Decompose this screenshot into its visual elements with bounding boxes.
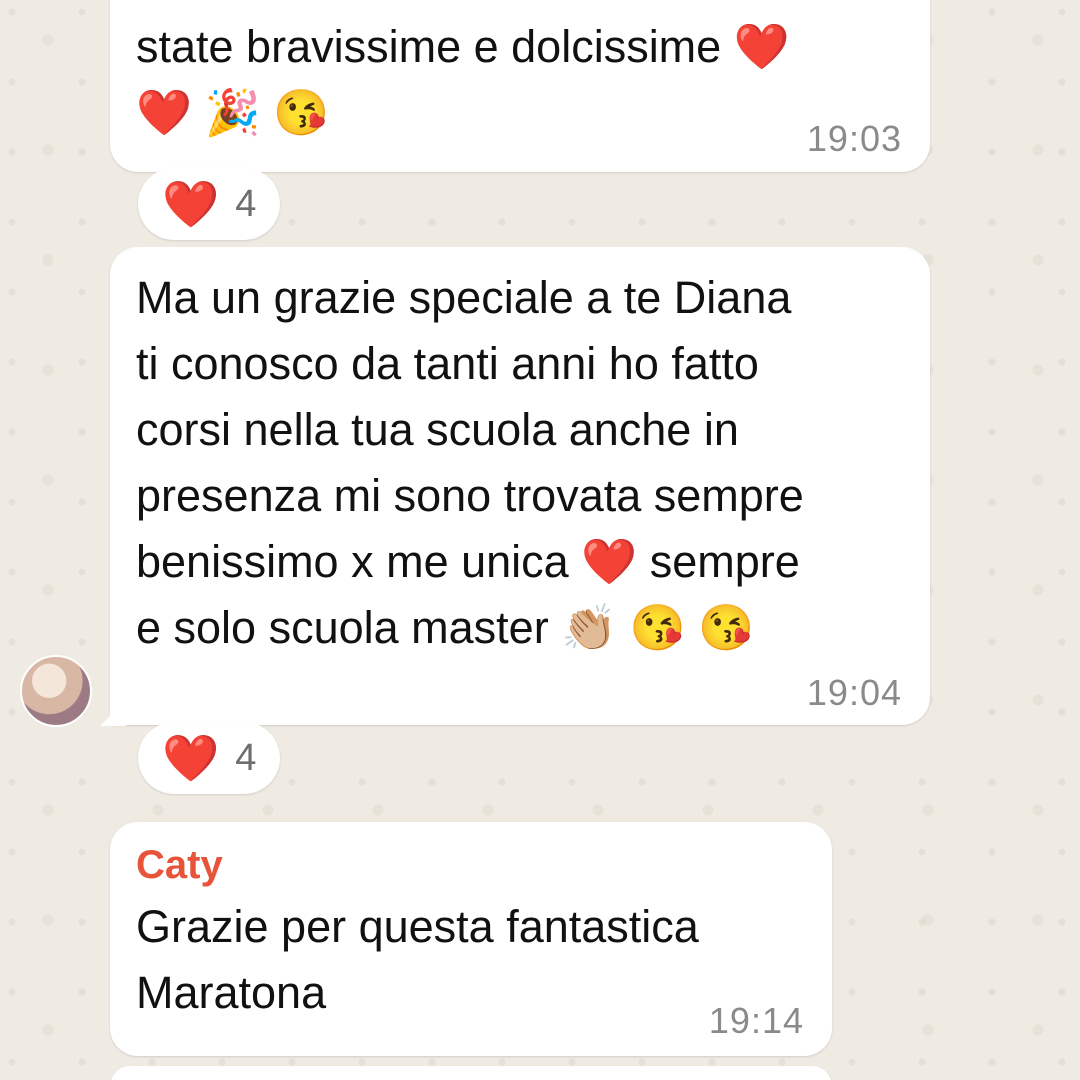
message-line: Maratona — [136, 967, 327, 1018]
reaction-count: 4 — [235, 182, 257, 225]
reaction-badge-2[interactable]: ❤️ 4 — [138, 722, 281, 794]
sender-avatar[interactable] — [20, 655, 92, 727]
message-line: ❤️ 🎉 😘 — [136, 87, 330, 138]
message-line: ti conosco da tanti anni ho fatto — [136, 338, 759, 389]
reaction-badge-1[interactable]: ❤️ 4 — [138, 168, 281, 240]
reaction-count: 4 — [235, 736, 257, 779]
message-line: presenza mi sono trovata sempre — [136, 470, 804, 521]
message-timestamp: 19:03 — [806, 118, 902, 159]
message-bubble-4[interactable] — [110, 1066, 832, 1080]
message-line: Grazie per questa fantastica — [136, 901, 699, 952]
message-line: benissimo x me unica ❤️ sempre — [136, 536, 800, 587]
message-line: e solo scuola master 👏🏼 😘 😘 — [136, 602, 755, 653]
heart-reaction-icon: ❤️ — [162, 178, 220, 230]
message-bubble-3[interactable]: Caty Grazie per questa fantastica Marato… — [110, 822, 832, 1056]
message-text: state bravissime e dolcissime ❤️ ❤️ 🎉 😘 — [136, 14, 790, 146]
message-timestamp: 19:14 — [708, 1000, 804, 1041]
message-bubble-2[interactable]: Ma un grazie speciale a te Diana ti cono… — [110, 247, 930, 725]
message-line: state bravissime e dolcissime ❤️ — [136, 21, 790, 72]
heart-reaction-icon: ❤️ — [162, 732, 220, 784]
message-text: Ma un grazie speciale a te Diana ti cono… — [136, 265, 804, 661]
message-text: Grazie per questa fantastica Maratona — [136, 894, 699, 1026]
sender-name[interactable]: Caty — [136, 840, 223, 890]
message-bubble-1[interactable]: state bravissime e dolcissime ❤️ ❤️ 🎉 😘 … — [110, 0, 930, 172]
bubble-tail — [100, 700, 126, 726]
message-line: corsi nella tua scuola anche in — [136, 404, 739, 455]
message-timestamp: 19:04 — [806, 672, 902, 713]
message-line: Ma un grazie speciale a te Diana — [136, 272, 792, 323]
